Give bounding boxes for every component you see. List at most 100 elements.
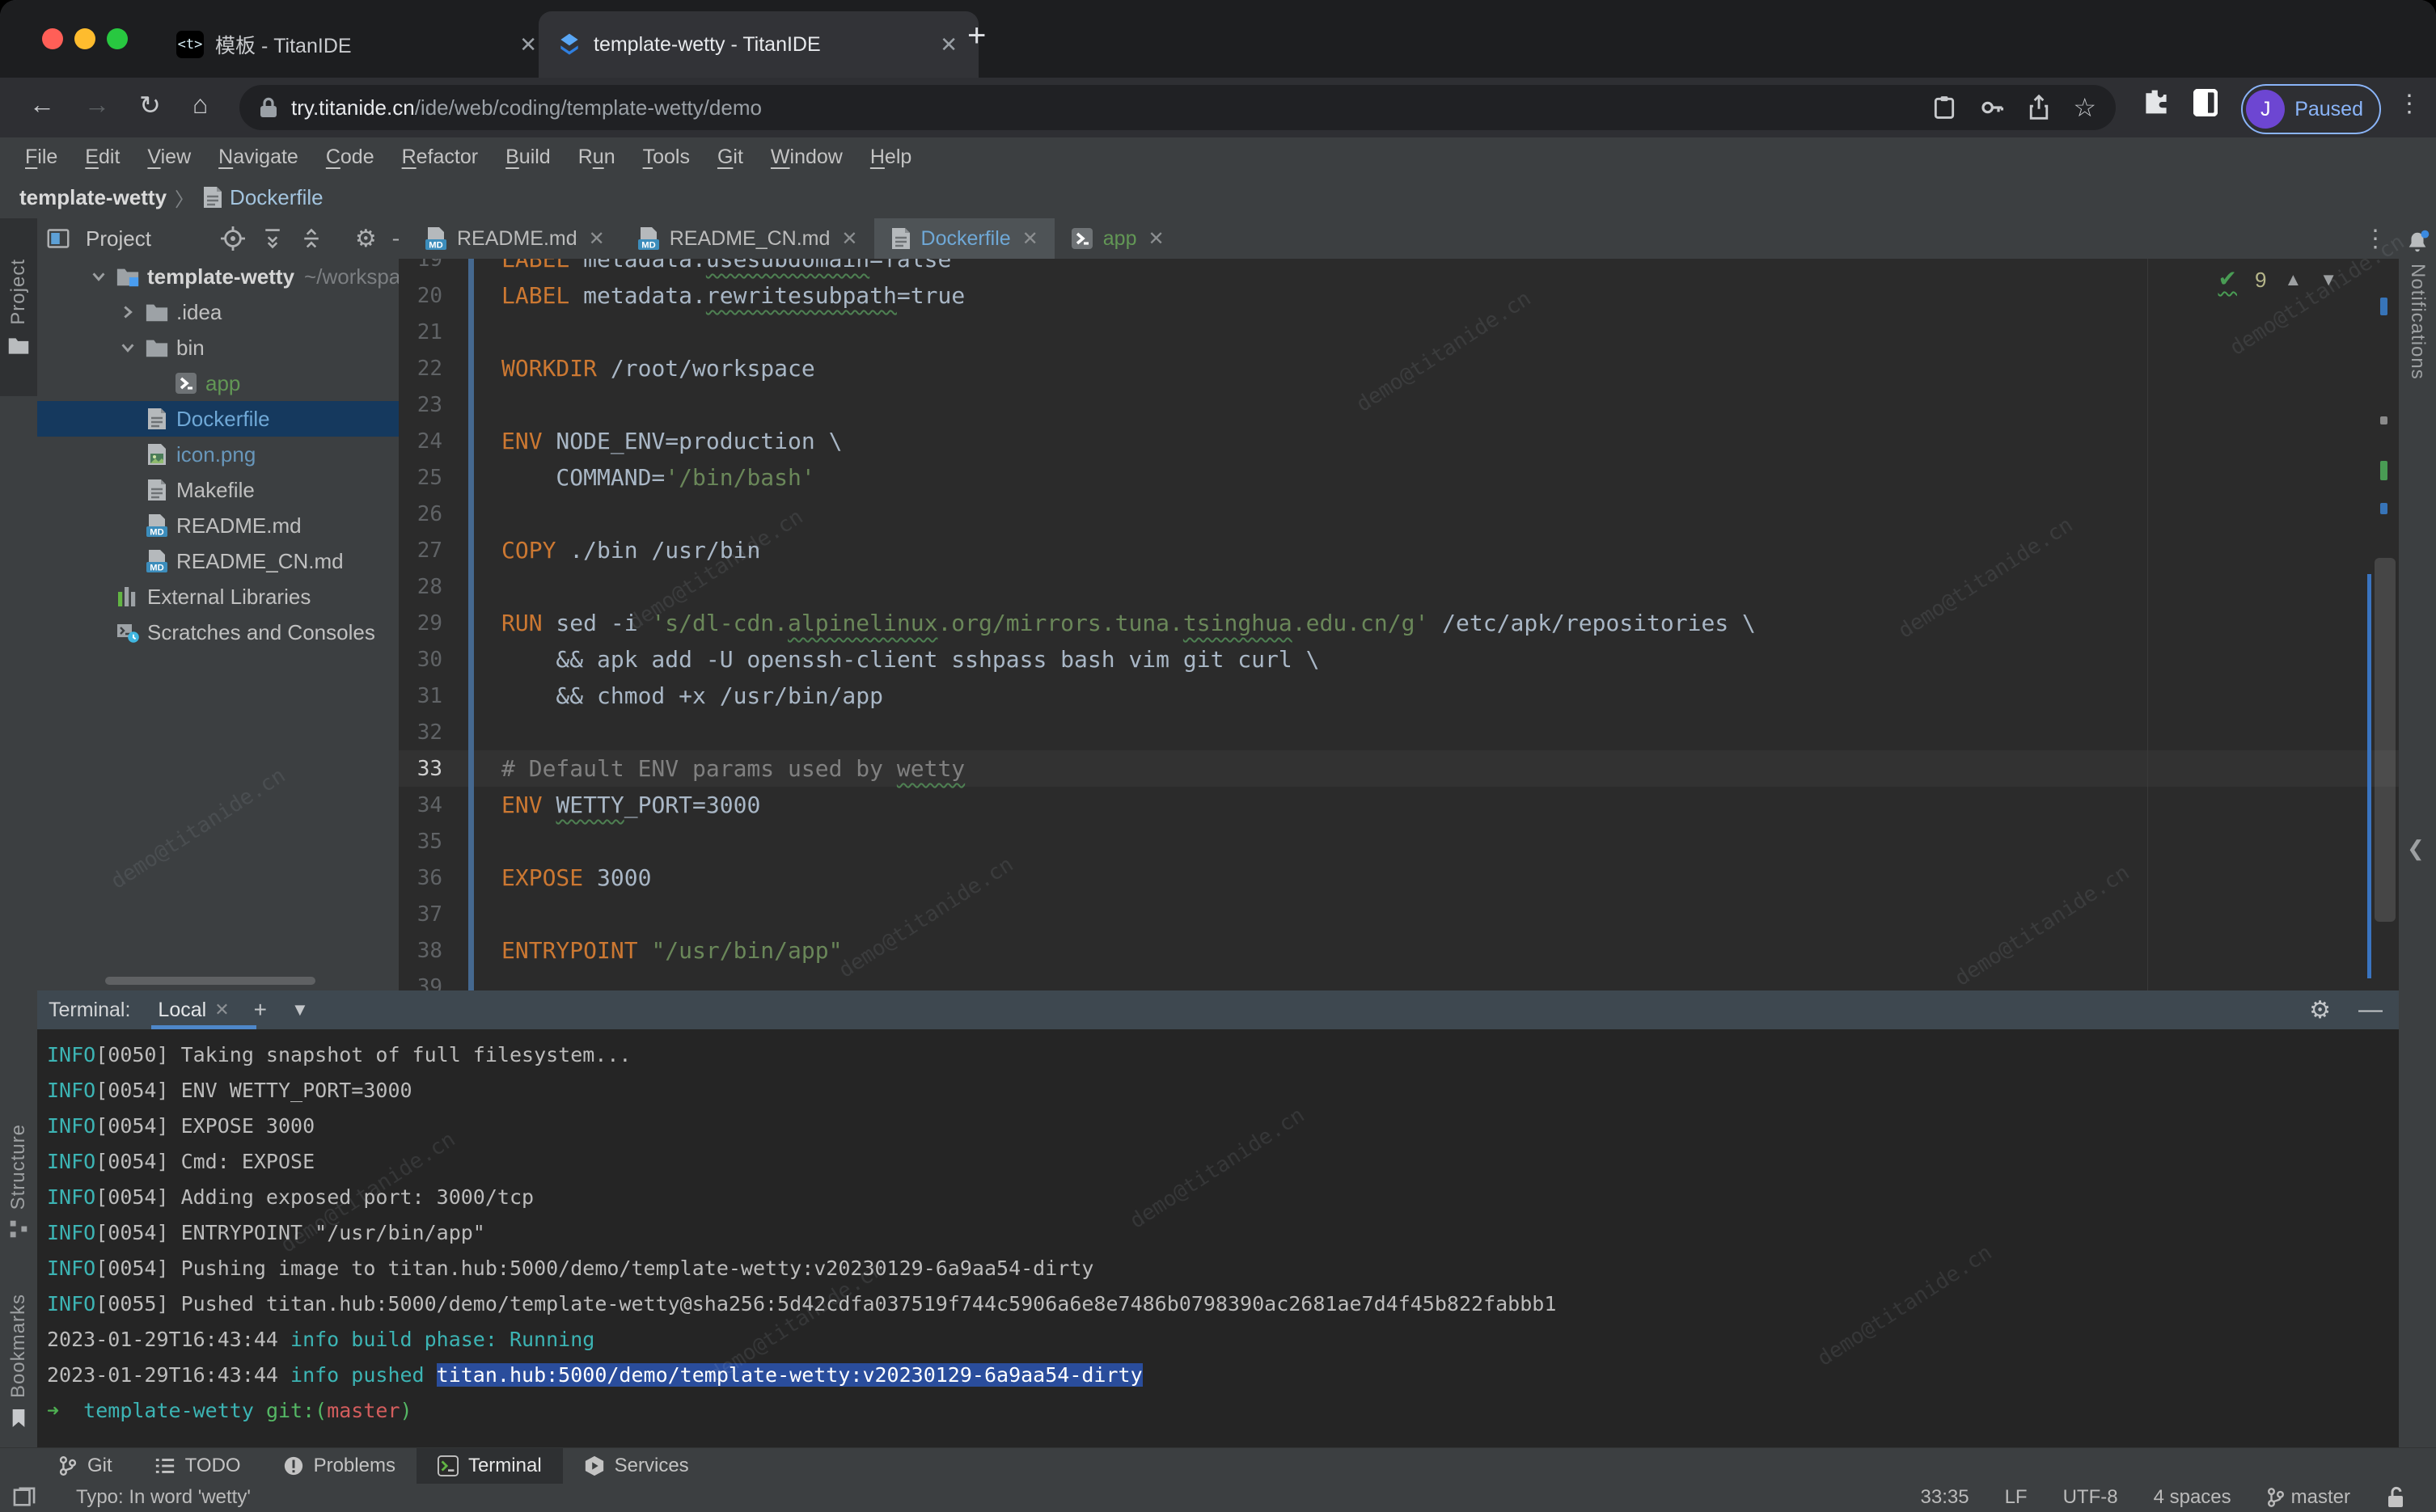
tab-list-more-icon[interactable]: ⋮ (2363, 225, 2387, 253)
terminal-settings-icon[interactable]: ⚙ (2309, 996, 2331, 1024)
code-line-36[interactable]: 36EXPOSE 3000 (399, 859, 2399, 896)
code-line-37[interactable]: 37 (399, 896, 2399, 932)
editor-preview-icon[interactable] (13, 1487, 36, 1508)
collapse-handle-icon[interactable]: ❮ (2407, 836, 2425, 861)
chevron-down-icon[interactable] (112, 339, 144, 357)
code-line-25[interactable]: 25 COMMAND='/bin/bash' (399, 459, 2399, 496)
stripe-mark[interactable] (2380, 503, 2387, 514)
breadcrumb-project[interactable]: template-wetty (19, 185, 167, 210)
tab-close-icon[interactable]: ✕ (1148, 227, 1165, 251)
back-icon[interactable]: ← (29, 90, 55, 120)
code-line-19[interactable]: 19LABEL metadata.usesubdomain=false (399, 259, 2399, 277)
menu-tools[interactable]: Tools (629, 146, 704, 169)
browser-tab[interactable]: <t>模板 - TitanIDE✕ (159, 11, 558, 78)
line-ending[interactable]: LF (2005, 1486, 2028, 1509)
code-line-24[interactable]: 24ENV NODE_ENV=production \ (399, 423, 2399, 459)
reload-icon[interactable]: ↻ (139, 90, 161, 120)
code-line-30[interactable]: 30 && apk add -U openssh-client sshpass … (399, 641, 2399, 678)
prev-problem-icon[interactable]: ▲ (2284, 269, 2302, 290)
browser-menu-icon[interactable]: ⋮ (2397, 90, 2421, 118)
stripe-mark[interactable] (2380, 416, 2387, 424)
encoding[interactable]: UTF-8 (2063, 1486, 2118, 1509)
tab-close-icon[interactable]: ✕ (516, 32, 540, 57)
menu-code[interactable]: Code (312, 146, 388, 169)
new-tab-button[interactable]: + (967, 18, 986, 54)
password-key-icon[interactable] (1979, 95, 2005, 120)
code-line-34[interactable]: 34ENV WETTY_PORT=3000 (399, 787, 2399, 823)
menu-build[interactable]: Build (492, 146, 565, 169)
address-bar[interactable]: try.titanide.cn/ide/web/coding/template-… (239, 85, 2116, 130)
tab-close-icon[interactable]: ✕ (937, 32, 961, 57)
next-problem-icon[interactable]: ▼ (2320, 269, 2337, 290)
tree-item-makefile[interactable]: Makefile (37, 472, 399, 508)
tree-item-template-wetty[interactable]: template-wetty~/workspac (37, 259, 399, 294)
collapse-all-icon[interactable] (300, 227, 323, 250)
stripe-notifications-button[interactable]: Notifications (2399, 230, 2436, 380)
tree-item-external-libraries[interactable]: External Libraries (37, 579, 399, 615)
inspections-widget[interactable]: ✔ 9 ▲ ▼ (2218, 265, 2338, 294)
tree-item-icon-png[interactable]: icon.png (37, 437, 399, 472)
code-line-35[interactable]: 35 (399, 823, 2399, 859)
editor-tab-readme-md[interactable]: MDREADME.md✕ (408, 218, 621, 259)
toolwindow-button-git[interactable]: Git (37, 1448, 133, 1484)
project-view-icon[interactable] (47, 227, 70, 250)
expand-all-icon[interactable] (261, 227, 284, 250)
code-line-26[interactable]: 26 (399, 496, 2399, 532)
tree-item--idea[interactable]: .idea (37, 294, 399, 330)
side-panel-icon[interactable] (2193, 89, 2218, 116)
status-message[interactable]: Typo: In word 'wetty' (76, 1486, 251, 1509)
home-icon[interactable]: ⌂ (192, 90, 208, 120)
caret-position[interactable]: 33:35 (1921, 1486, 1969, 1509)
chevron-down-icon[interactable] (82, 268, 115, 285)
settings-gear-icon[interactable]: ⚙ (355, 225, 377, 253)
menu-help[interactable]: Help (856, 146, 925, 169)
tree-item-scratches-and-consoles[interactable]: Scratches and Consoles (37, 615, 399, 650)
editor-tab-dockerfile[interactable]: Dockerfile✕ (874, 218, 1055, 259)
horizontal-scrollbar[interactable] (105, 977, 315, 985)
unlocked-icon[interactable] (2386, 1486, 2407, 1509)
tree-item-bin[interactable]: bin (37, 330, 399, 365)
tree-item-readme-md[interactable]: MDREADME.md (37, 508, 399, 543)
chevron-right-icon[interactable] (112, 303, 144, 321)
code-line-28[interactable]: 28 (399, 568, 2399, 605)
toolwindow-button-services[interactable]: Services (563, 1448, 710, 1484)
code-line-38[interactable]: 38ENTRYPOINT "/usr/bin/app" (399, 932, 2399, 969)
code-line-39[interactable]: 39 (399, 969, 2399, 990)
locate-file-icon[interactable] (221, 226, 245, 251)
code-line-20[interactable]: 20LABEL metadata.rewritesubpath=true (399, 277, 2399, 314)
menu-refactor[interactable]: Refactor (388, 146, 493, 169)
terminal-dropdown-icon[interactable]: ▼ (291, 999, 309, 1020)
menu-run[interactable]: Run (565, 146, 629, 169)
code-line-23[interactable]: 23 (399, 386, 2399, 423)
editor-tab-readme-cn-md[interactable]: MDREADME_CN.md✕ (621, 218, 874, 259)
code-line-31[interactable]: 31 && chmod +x /usr/bin/app (399, 678, 2399, 714)
close-icon[interactable]: ✕ (214, 999, 229, 1020)
code-line-21[interactable]: 21 (399, 314, 2399, 350)
code-line-32[interactable]: 32 (399, 714, 2399, 750)
toolwindow-button-problems[interactable]: Problems (262, 1448, 417, 1484)
project-panel-title[interactable]: Project (86, 226, 151, 251)
browser-tab[interactable]: template-wetty - TitanIDE✕ (539, 11, 979, 78)
toolwindow-button-terminal[interactable]: Terminal (417, 1448, 563, 1484)
indent-setting[interactable]: 4 spaces (2154, 1486, 2231, 1509)
tree-item-app[interactable]: app (37, 365, 399, 401)
clipboard-icon[interactable] (1932, 95, 1956, 120)
toolwindow-button-todo[interactable]: TODO (133, 1448, 262, 1484)
menu-file[interactable]: File (11, 146, 71, 169)
menu-navigate[interactable]: Navigate (205, 146, 312, 169)
stripe-mark[interactable] (2380, 298, 2387, 315)
stripe-bookmarks-button[interactable]: Bookmarks (0, 1294, 37, 1429)
breadcrumb-file[interactable]: Dockerfile (202, 185, 324, 210)
menu-git[interactable]: Git (704, 146, 757, 169)
forward-icon[interactable]: → (84, 90, 110, 120)
share-icon[interactable] (2028, 95, 2050, 120)
code-editor[interactable]: 19LABEL metadata.usesubdomain=false20LAB… (399, 259, 2399, 990)
editor-scrollbar[interactable] (2375, 558, 2396, 922)
stripe-structure-button[interactable]: Structure (0, 1124, 37, 1239)
macos-close-button[interactable] (42, 28, 63, 49)
code-line-29[interactable]: 29RUN sed -i 's/dl-cdn.alpinelinux.org/m… (399, 605, 2399, 641)
editor-tab-app[interactable]: app✕ (1055, 218, 1181, 259)
code-line-33[interactable]: 33# Default ENV params used by wetty (399, 750, 2399, 787)
profile-paused-badge[interactable]: J Paused (2241, 84, 2381, 134)
code-line-27[interactable]: 27COPY ./bin /usr/bin (399, 532, 2399, 568)
